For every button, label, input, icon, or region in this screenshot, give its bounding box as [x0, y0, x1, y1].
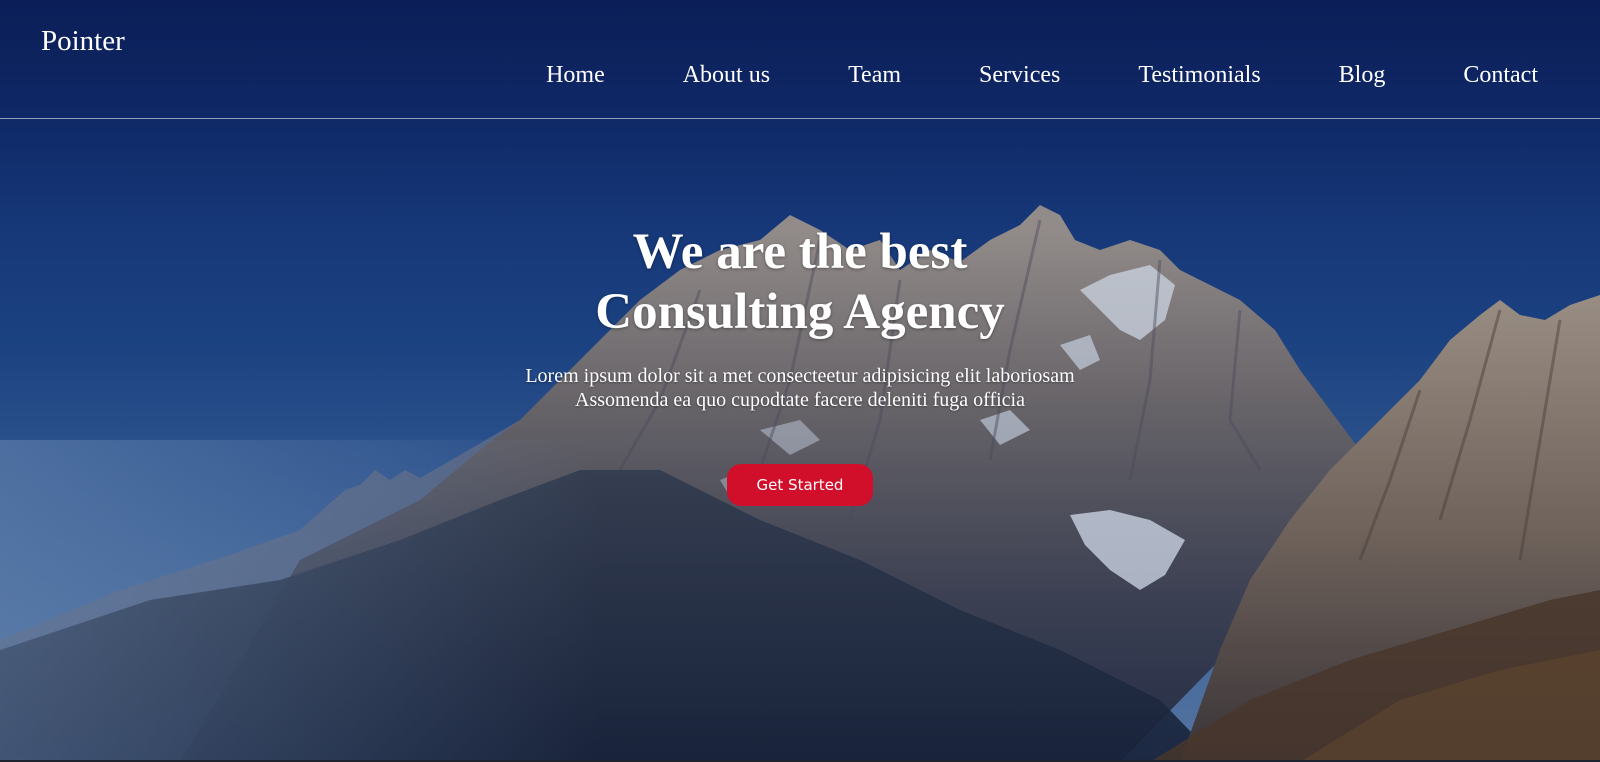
nav-link-contact[interactable]: Contact	[1463, 62, 1538, 88]
nav-link-home[interactable]: Home	[546, 62, 605, 88]
hero-headline: We are the best Consulting Agency	[400, 222, 1200, 342]
nav-link-blog[interactable]: Blog	[1339, 62, 1386, 88]
hero-content: We are the best Consulting Agency Lorem …	[400, 222, 1200, 506]
nav-link-about-us[interactable]: About us	[683, 62, 770, 88]
nav-link-testimonials[interactable]: Testimonials	[1138, 62, 1260, 88]
top-navigation-bar: Pointer Home About us Team Services Test…	[0, 0, 1600, 119]
nav-item-testimonials: Testimonials	[1138, 60, 1260, 90]
brand-logo-link[interactable]: Pointer	[41, 24, 125, 58]
nav-item-about-us: About us	[683, 60, 770, 90]
hero-description-line-1: Lorem ipsum dolor sit a met consecteetur…	[525, 365, 1075, 387]
nav-item-contact: Contact	[1463, 60, 1538, 90]
nav-item-services: Services	[979, 60, 1060, 90]
hero-headline-line-2: Consulting Agency	[595, 284, 1005, 340]
get-started-button[interactable]: Get Started	[727, 464, 873, 506]
nav-item-blog: Blog	[1339, 60, 1386, 90]
nav-item-home: Home	[546, 60, 605, 90]
hero-section: Pointer Home About us Team Services Test…	[0, 0, 1600, 762]
hero-description-line-2: Assomenda ea quo cupodtate facere deleni…	[575, 389, 1025, 411]
nav-link-services[interactable]: Services	[979, 62, 1060, 88]
nav-item-team: Team	[848, 60, 901, 90]
hero-headline-line-1: We are the best	[632, 224, 968, 280]
nav-menu: Home About us Team Services Testimonials…	[546, 60, 1538, 90]
hero-description: Lorem ipsum dolor sit a met consecteetur…	[400, 364, 1200, 412]
nav-link-team[interactable]: Team	[848, 62, 901, 88]
